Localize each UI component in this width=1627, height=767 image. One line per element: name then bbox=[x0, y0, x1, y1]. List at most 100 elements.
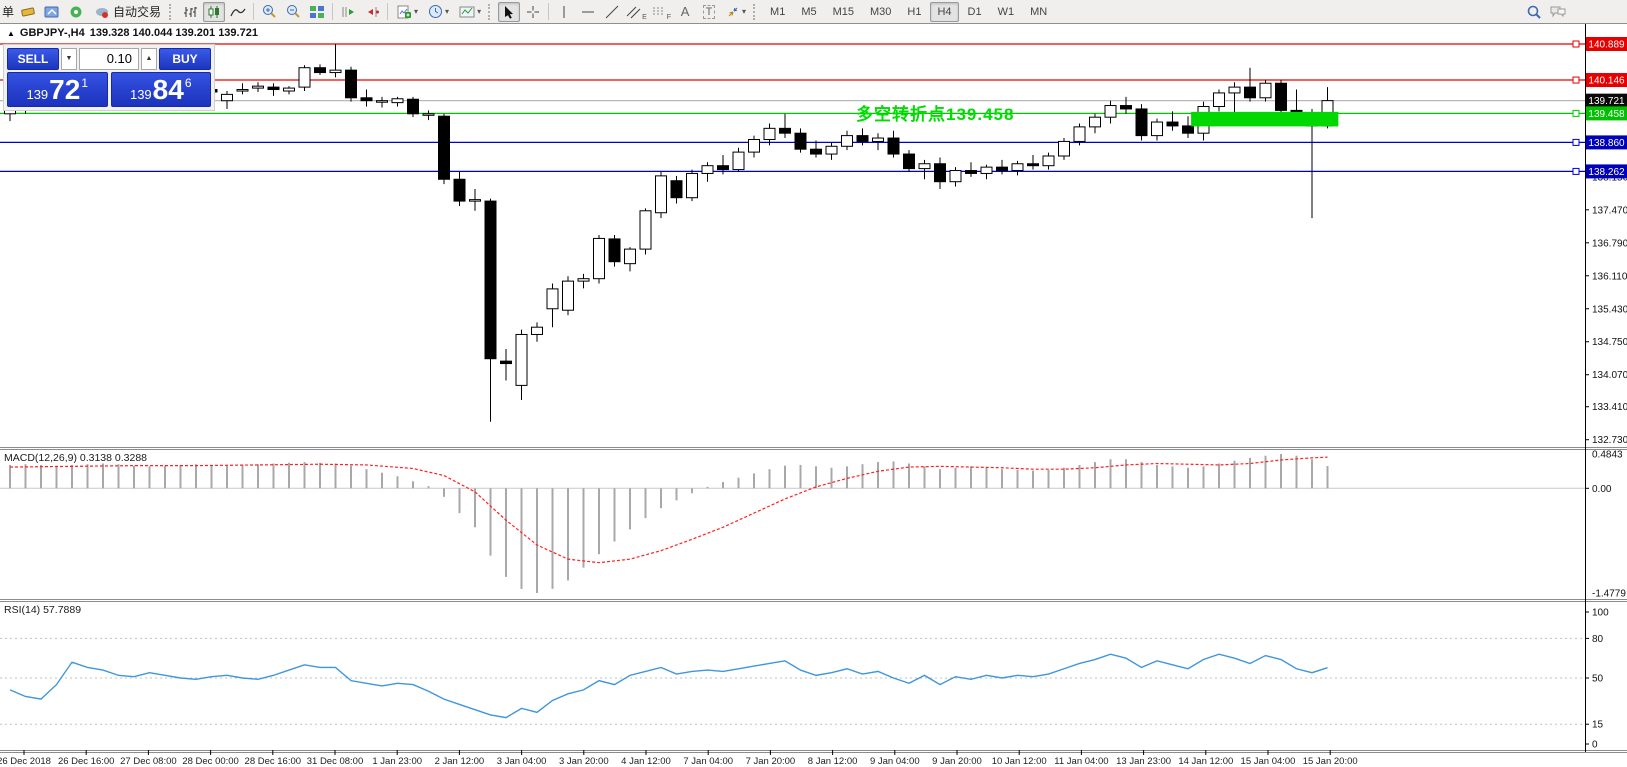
zoom-out-button[interactable] bbox=[282, 2, 304, 22]
buy-price-sup: 6 bbox=[185, 76, 192, 90]
buy-price-tile[interactable]: 139 84 6 bbox=[111, 72, 212, 107]
candlestick-chart-type-button[interactable] bbox=[203, 2, 225, 22]
chat-icon[interactable] bbox=[1547, 2, 1569, 22]
chevron-down-icon: ▾ bbox=[445, 7, 449, 16]
toolbar-separator bbox=[332, 3, 333, 20]
mt4-chart-window: { "window": { "collapse_icon": "▲", "sym… bbox=[0, 0, 1627, 767]
buy-price-big: 84 bbox=[153, 75, 184, 105]
svg-text:27 Dec 08:00: 27 Dec 08:00 bbox=[120, 756, 177, 767]
timeframe-group: M1M5M15M30H1H4D1W1MN bbox=[762, 2, 1055, 22]
fibonacci-tool[interactable]: F bbox=[650, 2, 672, 22]
svg-text:136.790: 136.790 bbox=[1592, 238, 1627, 249]
toolbar-grip bbox=[169, 4, 174, 20]
timeframe-MN[interactable]: MN bbox=[1023, 2, 1054, 22]
svg-text:2 Jan 12:00: 2 Jan 12:00 bbox=[435, 756, 485, 767]
chevron-down-icon: ▾ bbox=[414, 7, 418, 16]
svg-text:8 Jan 12:00: 8 Jan 12:00 bbox=[808, 756, 858, 767]
period-clock-button[interactable]: ▾ bbox=[424, 2, 453, 22]
cursor-tool-button[interactable] bbox=[498, 2, 520, 22]
order-button[interactable]: 单 bbox=[2, 3, 14, 20]
auto-trading-button[interactable]: 自动交易 bbox=[89, 2, 166, 22]
timeframe-H1[interactable]: H1 bbox=[900, 2, 928, 22]
line-chart-type-button[interactable] bbox=[227, 2, 249, 22]
sell-price-tile[interactable]: 139 72 1 bbox=[7, 72, 108, 107]
tile-windows-icon[interactable] bbox=[306, 2, 328, 22]
timeframe-M5[interactable]: M5 bbox=[794, 2, 823, 22]
vertical-line-tool[interactable] bbox=[553, 2, 575, 22]
timeframe-M1[interactable]: M1 bbox=[763, 2, 792, 22]
one-click-trading-panel: SELL ▼ 0.10 ▲ BUY 139 72 1 139 84 6 bbox=[3, 44, 215, 111]
template-button[interactable]: ▾ bbox=[455, 2, 485, 22]
svg-text:80: 80 bbox=[1592, 634, 1604, 645]
rsi-pane[interactable]: 1008050150 bbox=[0, 608, 1609, 751]
level-handles[interactable] bbox=[1573, 41, 1579, 174]
toolbar-grip bbox=[488, 4, 493, 20]
fibo-letter: F bbox=[667, 14, 671, 21]
svg-text:140.889: 140.889 bbox=[1588, 40, 1625, 51]
chart-shift-button[interactable] bbox=[361, 2, 383, 22]
equidistant-channel-tool[interactable]: E bbox=[625, 2, 648, 22]
auto-scroll-button[interactable] bbox=[337, 2, 359, 22]
new-order-icon[interactable] bbox=[17, 2, 39, 22]
zoom-in-button[interactable] bbox=[258, 2, 280, 22]
svg-text:9 Jan 04:00: 9 Jan 04:00 bbox=[870, 756, 920, 767]
svg-text:50: 50 bbox=[1592, 674, 1604, 685]
svg-text:132.730: 132.730 bbox=[1592, 435, 1627, 446]
chevron-down-icon: ▾ bbox=[477, 7, 481, 16]
svg-text:0.4843: 0.4843 bbox=[1592, 450, 1623, 461]
timeframe-M15[interactable]: M15 bbox=[826, 2, 861, 22]
bar-chart-type-button[interactable] bbox=[179, 2, 201, 22]
svg-text:11 Jan 04:00: 11 Jan 04:00 bbox=[1054, 756, 1108, 767]
svg-text:138.262: 138.262 bbox=[1588, 167, 1625, 178]
text-tool[interactable]: A bbox=[674, 2, 696, 22]
trendline-tool[interactable] bbox=[601, 2, 623, 22]
volume-input[interactable]: 0.10 bbox=[79, 48, 139, 70]
sell-button[interactable]: SELL bbox=[7, 48, 59, 70]
volume-increase-button[interactable]: ▲ bbox=[141, 48, 157, 70]
toolbar-grip bbox=[753, 4, 758, 20]
svg-text:14 Jan 12:00: 14 Jan 12:00 bbox=[1178, 756, 1233, 767]
timeframe-M30[interactable]: M30 bbox=[863, 2, 898, 22]
timeframe-D1[interactable]: D1 bbox=[961, 2, 989, 22]
signals-icon[interactable] bbox=[65, 2, 87, 22]
timeframe-H4[interactable]: H4 bbox=[930, 2, 958, 22]
svg-text:26 Dec 16:00: 26 Dec 16:00 bbox=[58, 756, 115, 767]
horizontal-level-lines[interactable] bbox=[0, 44, 1585, 171]
timeframe-W1[interactable]: W1 bbox=[991, 2, 1022, 22]
macd-pane[interactable]: 0.48430.00-1.4779 bbox=[0, 450, 1626, 600]
svg-text:100: 100 bbox=[1592, 608, 1609, 619]
svg-text:136.110: 136.110 bbox=[1592, 271, 1627, 282]
svg-text:3 Jan 04:00: 3 Jan 04:00 bbox=[497, 756, 547, 767]
svg-text:138.860: 138.860 bbox=[1588, 138, 1625, 149]
sell-price-sup: 1 bbox=[81, 76, 88, 90]
chart-window-icon[interactable] bbox=[41, 2, 63, 22]
collapse-panel-icon[interactable]: ▲ bbox=[7, 29, 15, 38]
buy-button[interactable]: BUY bbox=[159, 48, 211, 70]
price-badges: 140.889140.146139.721139.458138.860138.2… bbox=[1586, 37, 1627, 178]
add-indicator-button[interactable]: ▾ bbox=[392, 2, 422, 22]
pane-separators[interactable] bbox=[0, 448, 1627, 753]
symbol-name: GBPJPY-,H4 bbox=[20, 27, 85, 39]
volume-decrease-button[interactable]: ▼ bbox=[61, 48, 77, 70]
svg-text:139.458: 139.458 bbox=[1588, 109, 1625, 120]
arrows-tool-button[interactable]: ▾ bbox=[722, 2, 750, 22]
sell-price-big: 72 bbox=[49, 75, 80, 105]
highlight-box[interactable] bbox=[1191, 112, 1338, 127]
symbol-header[interactable]: ▲ GBPJPY-,H4 139.328 140.044 139.201 139… bbox=[7, 27, 258, 39]
search-icon[interactable] bbox=[1523, 2, 1545, 22]
crosshair-tool-button[interactable] bbox=[522, 2, 544, 22]
svg-text:28 Dec 16:00: 28 Dec 16:00 bbox=[245, 756, 302, 767]
svg-text:15 Jan 20:00: 15 Jan 20:00 bbox=[1303, 756, 1358, 767]
horizontal-line-tool[interactable] bbox=[577, 2, 599, 22]
toolbar-separator bbox=[548, 3, 549, 20]
svg-text:9 Jan 20:00: 9 Jan 20:00 bbox=[932, 756, 982, 767]
pivot-annotation[interactable]: 多空转折点139.458 bbox=[856, 100, 1014, 125]
svg-text:134.750: 134.750 bbox=[1592, 337, 1627, 348]
svg-text:28 Dec 00:00: 28 Dec 00:00 bbox=[182, 756, 239, 767]
svg-text:134.070: 134.070 bbox=[1592, 370, 1627, 381]
chart-canvas[interactable]: 138.150137.470136.790136.110135.430134.7… bbox=[0, 0, 1627, 767]
main-toolbar: 单 自动交易 ▾ ▾ bbox=[0, 0, 1627, 24]
text-label-tool[interactable]: T bbox=[698, 2, 720, 22]
channel-letter: E bbox=[642, 14, 647, 21]
sell-price-prefix: 139 bbox=[26, 87, 48, 102]
